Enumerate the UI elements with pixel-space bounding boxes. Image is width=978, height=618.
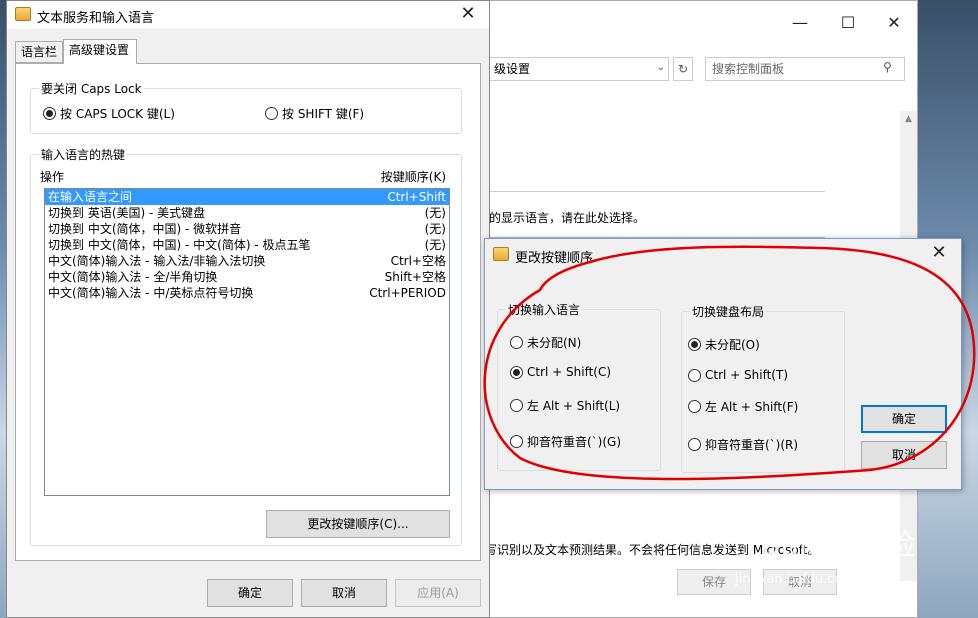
radio-layout-grave-accent[interactable]: 抑音符重音(`)(R) bbox=[688, 436, 798, 453]
scroll-up-icon[interactable]: ▲ bbox=[900, 111, 917, 128]
caps-lock-group: 要关闭 Caps Lock 按 CAPS LOCK 键(L) 按 SHIFT 键… bbox=[30, 80, 462, 134]
cancel-button[interactable]: 取消 bbox=[301, 579, 387, 607]
radio-checked-icon[interactable] bbox=[43, 107, 56, 120]
dialog-titlebar: 文本服务和输入语言 ✕ bbox=[7, 1, 489, 29]
radio-unchecked-icon[interactable] bbox=[510, 336, 523, 349]
text-services-dialog: 文本服务和输入语言 ✕ 语言栏 高级键设置 要关闭 Caps Lock 按 CA… bbox=[6, 0, 490, 618]
display-language-text: 的显示语言，请在此处选择。 bbox=[489, 211, 646, 225]
minimize-button[interactable]: — bbox=[777, 11, 823, 35]
radio-checked-icon[interactable] bbox=[688, 338, 701, 351]
radio-layout-ctrl-shift[interactable]: Ctrl + Shift(T) bbox=[688, 368, 788, 382]
caps-lock-legend: 要关闭 Caps Lock bbox=[39, 80, 144, 97]
radio-label: 抑音符重音(`)(G) bbox=[527, 435, 622, 449]
radio-label: Ctrl + Shift(C) bbox=[527, 365, 612, 379]
tab-page: 要关闭 Caps Lock 按 CAPS LOCK 键(L) 按 SHIFT 键… bbox=[15, 63, 481, 561]
radio-label: 抑音符重音(`)(R) bbox=[705, 438, 799, 452]
radio-unchecked-icon[interactable] bbox=[510, 435, 523, 448]
column-header-action: 操作 bbox=[40, 170, 65, 184]
column-header-keys: 按键顺序(K) bbox=[380, 170, 446, 184]
table-row[interactable]: 切换到 英语(美国) - 美式键盘 (无) bbox=[45, 205, 449, 221]
switch-input-language-legend: 切换输入语言 bbox=[506, 301, 583, 318]
radio-shift-key[interactable]: 按 SHIFT 键(F) bbox=[265, 105, 364, 122]
radio-unchecked-icon[interactable] bbox=[510, 399, 523, 412]
table-row[interactable]: 在输入语言之间 Ctrl+Shift bbox=[45, 189, 449, 205]
change-dialog-titlebar: 更改按键顺序 ✕ bbox=[485, 239, 961, 269]
switch-keyboard-layout-legend: 切换键盘布局 bbox=[690, 303, 767, 320]
row-keys: (无) bbox=[424, 222, 446, 236]
table-row[interactable]: 切换到 中文(简体，中国) - 中文(简体) - 极点五笔 (无) bbox=[45, 237, 449, 253]
radio-label: Ctrl + Shift(T) bbox=[705, 368, 789, 382]
change-dialog-cancel-button[interactable]: 取消 bbox=[861, 441, 947, 469]
baidu-watermark-url: jingyan.baidu.com bbox=[735, 572, 855, 587]
address-bar[interactable]: 级设置 bbox=[489, 57, 669, 81]
tab-advanced-key-settings[interactable]: 高级键设置 bbox=[63, 39, 137, 64]
radio-input-left-alt-shift[interactable]: 左 Alt + Shift(L) bbox=[510, 397, 620, 414]
table-row[interactable]: 中文(简体)输入法 - 全/半角切换 Shift+空格 bbox=[45, 269, 449, 285]
row-keys: Ctrl+空格 bbox=[390, 254, 446, 268]
row-keys: Ctrl+PERIOD bbox=[369, 286, 446, 300]
radio-unchecked-icon[interactable] bbox=[688, 438, 701, 451]
radio-layout-unassigned[interactable]: 未分配(O) bbox=[688, 336, 760, 353]
search-input[interactable]: 搜索控制面板 bbox=[705, 57, 905, 81]
dialog-title: 文本服务和输入语言 bbox=[37, 11, 155, 26]
keyboard-app-icon bbox=[15, 7, 31, 21]
close-icon[interactable]: ✕ bbox=[927, 241, 951, 265]
change-key-sequence-button[interactable]: 更改按键顺序(C)... bbox=[266, 510, 450, 538]
radio-label: 未分配(O) bbox=[705, 338, 760, 352]
hotkeys-list[interactable]: 在输入语言之间 Ctrl+Shift 切换到 英语(美国) - 美式键盘 (无)… bbox=[44, 188, 450, 496]
table-row[interactable]: 切换到 中文(简体，中国) - 微软拼音 (无) bbox=[45, 221, 449, 237]
chevron-down-icon[interactable]: ⌄ bbox=[653, 57, 669, 81]
row-action: 中文(简体)输入法 - 输入法/非输入法切换 bbox=[48, 254, 266, 268]
divider bbox=[489, 191, 825, 192]
row-action: 中文(简体)输入法 - 全/半角切换 bbox=[48, 270, 218, 284]
radio-unchecked-icon[interactable] bbox=[265, 107, 278, 120]
row-action: 切换到 中文(简体，中国) - 中文(简体) - 极点五笔 bbox=[48, 238, 311, 252]
radio-label: 按 CAPS LOCK 键(L) bbox=[60, 107, 175, 121]
radio-label: 未分配(N) bbox=[527, 336, 582, 350]
tab-language-bar[interactable]: 语言栏 bbox=[15, 41, 63, 63]
row-action: 中文(简体)输入法 - 中/英标点符号切换 bbox=[48, 286, 254, 300]
ok-button[interactable]: 确定 bbox=[207, 579, 293, 607]
row-action: 切换到 中文(简体，中国) - 微软拼音 bbox=[48, 222, 242, 236]
window-close-button[interactable]: ✕ bbox=[871, 11, 917, 35]
row-keys: Shift+空格 bbox=[384, 270, 446, 284]
radio-layout-left-alt-shift[interactable]: 左 Alt + Shift(F) bbox=[688, 398, 798, 415]
change-dialog-title: 更改按键顺序 bbox=[515, 251, 594, 266]
apply-button[interactable]: 应用(A) bbox=[395, 579, 481, 607]
radio-input-ctrl-shift[interactable]: Ctrl + Shift(C) bbox=[510, 365, 611, 379]
radio-caps-lock-key[interactable]: 按 CAPS LOCK 键(L) bbox=[43, 105, 175, 122]
switch-input-language-group: 切换输入语言 未分配(N) Ctrl + Shift(C) 左 Alt + Sh… bbox=[497, 301, 661, 471]
radio-label: 按 SHIFT 键(F) bbox=[282, 107, 365, 121]
radio-input-grave-accent[interactable]: 抑音符重音(`)(G) bbox=[510, 433, 621, 450]
table-row[interactable]: 中文(简体)输入法 - 输入法/非输入法切换 Ctrl+空格 bbox=[45, 253, 449, 269]
control-panel-titlebar: — ☐ ✕ bbox=[441, 1, 917, 45]
row-keys: (无) bbox=[424, 238, 446, 252]
change-dialog-ok-button[interactable]: 确定 bbox=[861, 405, 947, 433]
row-keys: (无) bbox=[424, 206, 446, 220]
maximize-button[interactable]: ☐ bbox=[825, 11, 871, 35]
table-row[interactable]: 中文(简体)输入法 - 中/英标点符号切换 Ctrl+PERIOD bbox=[45, 285, 449, 301]
radio-input-unassigned[interactable]: 未分配(N) bbox=[510, 334, 581, 351]
hotkeys-legend: 输入语言的热键 bbox=[39, 146, 128, 163]
radio-label: 左 Alt + Shift(L) bbox=[527, 399, 621, 413]
radio-label: 左 Alt + Shift(F) bbox=[705, 400, 799, 414]
hotkeys-list-header: 操作 按键顺序(K) bbox=[40, 168, 446, 185]
radio-unchecked-icon[interactable] bbox=[688, 368, 701, 382]
change-key-sequence-dialog: 更改按键顺序 ✕ 切换输入语言 未分配(N) Ctrl + Shift(C) 左… bbox=[484, 238, 962, 490]
close-icon[interactable]: ✕ bbox=[453, 1, 483, 27]
row-keys: Ctrl+Shift bbox=[387, 190, 446, 204]
search-icon[interactable]: ⚲ bbox=[883, 60, 899, 76]
refresh-icon[interactable]: ↻ bbox=[673, 57, 693, 81]
keyboard-app-icon bbox=[493, 247, 509, 261]
switch-keyboard-layout-group: 切换键盘布局 未分配(O) Ctrl + Shift(T) 左 Alt + Sh… bbox=[681, 303, 845, 473]
radio-checked-icon[interactable] bbox=[510, 365, 523, 379]
row-action: 在输入语言之间 bbox=[48, 190, 133, 204]
baidu-watermark: Baidu 经验 bbox=[760, 528, 915, 563]
row-action: 切换到 英语(美国) - 美式键盘 bbox=[48, 206, 206, 220]
radio-unchecked-icon[interactable] bbox=[688, 400, 701, 413]
